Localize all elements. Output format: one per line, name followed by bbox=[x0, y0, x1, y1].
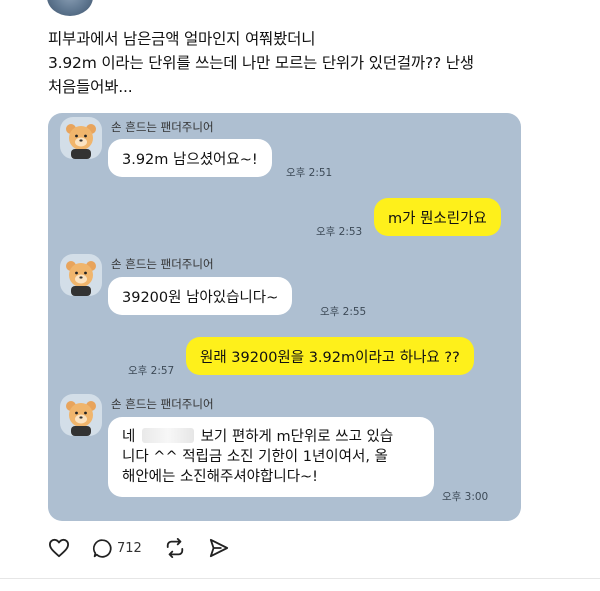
comment-icon bbox=[92, 538, 112, 558]
author-avatar[interactable] bbox=[47, 0, 93, 16]
bear-avatar-icon bbox=[60, 117, 102, 159]
divider bbox=[0, 578, 600, 579]
message-time: 오후 2:51 bbox=[286, 167, 333, 179]
message-bubble: 3.92m 남으셨어요~! bbox=[108, 139, 272, 177]
heart-icon bbox=[49, 538, 69, 558]
message-line: 네 보기 편하게 m단위로 쓰고 있습 bbox=[122, 427, 420, 447]
message-line: 니다 ^^ 적립금 소진 기한이 1년이여서, 올 bbox=[122, 449, 388, 465]
message-text: 네 bbox=[122, 429, 136, 445]
bear-avatar-icon bbox=[60, 254, 102, 296]
chat-screenshot-image: 손 흔드는 팬더주니어 3.92m 남으셨어요~! 오후 2:51 m가 뭔소린… bbox=[48, 113, 521, 521]
share-icon bbox=[209, 538, 228, 558]
sender-name: 손 흔드는 팬더주니어 bbox=[111, 120, 214, 134]
post-line: 처음들어봐... bbox=[48, 78, 133, 96]
bear-avatar-icon bbox=[60, 394, 102, 436]
sender-name: 손 흔드는 팬더주니어 bbox=[111, 257, 214, 271]
message-time: 오후 2:53 bbox=[316, 226, 363, 238]
message-bubble: 네 보기 편하게 m단위로 쓰고 있습 니다 ^^ 적립금 소진 기한이 1년이… bbox=[108, 417, 434, 497]
message-line: 해안에는 소진해주셔야합니다~! bbox=[122, 469, 318, 485]
post-text: 피부과에서 남은금액 얼마인지 여쭤봤더니 3.92m 이라는 단위를 쓰는데 … bbox=[48, 27, 568, 99]
post-line: 피부과에서 남은금액 얼마인지 여쭤봤더니 bbox=[48, 30, 316, 48]
sender-name: 손 흔드는 팬더주니어 bbox=[111, 397, 214, 411]
message-text: 보기 편하게 m단위로 쓰고 있습 bbox=[200, 429, 394, 445]
message-time: 오후 2:55 bbox=[320, 306, 367, 318]
share-button[interactable] bbox=[208, 538, 230, 558]
repost-button[interactable] bbox=[164, 538, 186, 558]
redacted-blur bbox=[141, 428, 194, 443]
post-actions: 712 bbox=[48, 537, 252, 559]
my-message-bubble: m가 뭔소린가요 bbox=[374, 198, 501, 236]
reply-count: 712 bbox=[117, 540, 142, 556]
repost-icon bbox=[166, 538, 184, 558]
post-line: 3.92m 이라는 단위를 쓰는데 나만 모르는 단위가 있던걸까?? 난생 bbox=[48, 54, 474, 72]
message-time: 오후 2:57 bbox=[128, 365, 175, 377]
like-button[interactable] bbox=[48, 538, 70, 558]
my-message-bubble: 원래 39200원을 3.92m이라고 하나요 ?? bbox=[186, 337, 474, 375]
reply-button[interactable]: 712 bbox=[92, 538, 142, 559]
message-time: 오후 3:00 bbox=[442, 491, 489, 503]
message-bubble: 39200원 남아있습니다~ bbox=[108, 277, 293, 315]
